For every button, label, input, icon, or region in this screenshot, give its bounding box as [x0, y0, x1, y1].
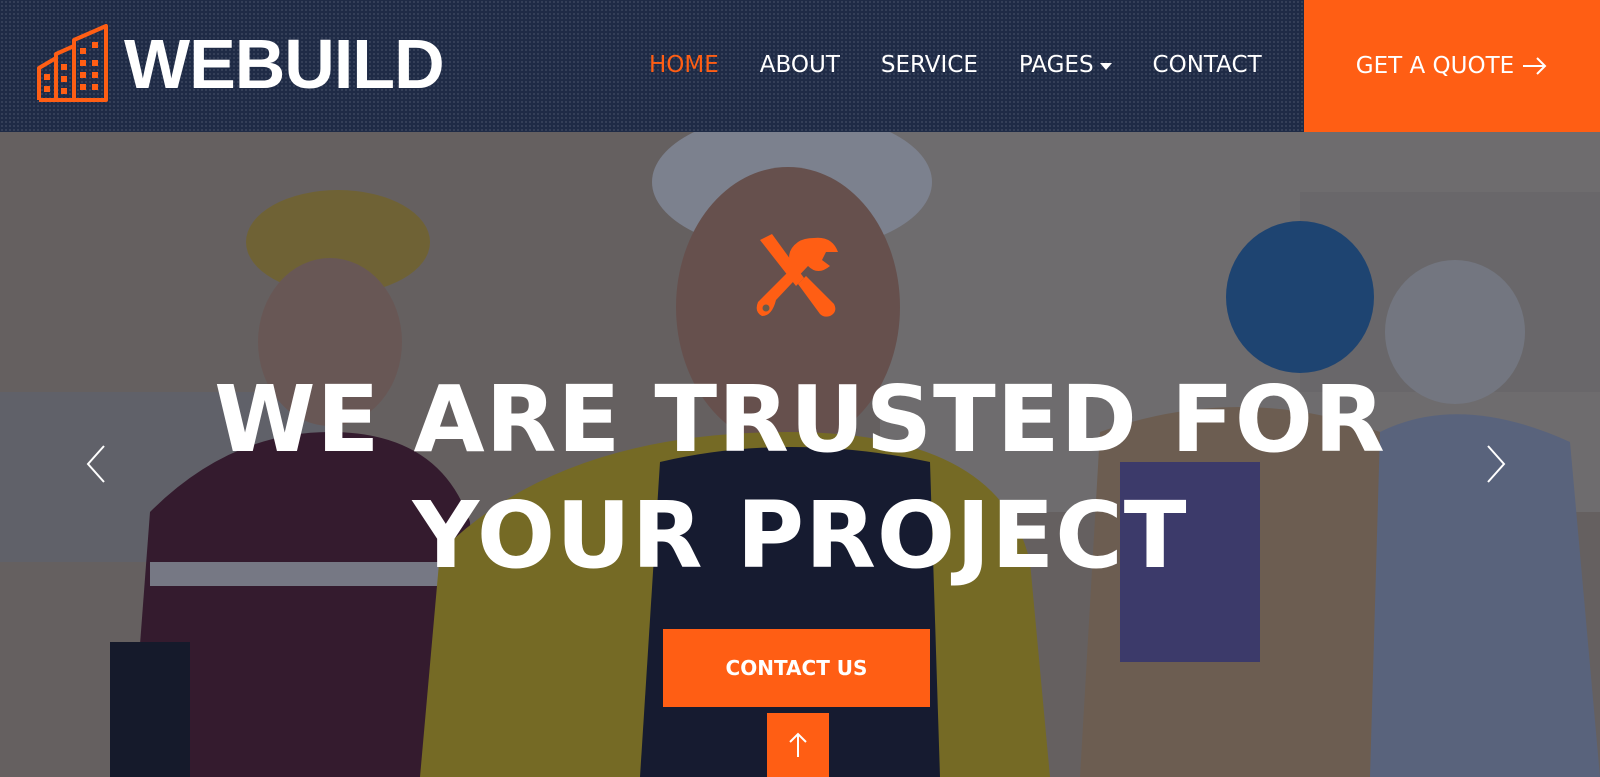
navbar: WEBUILD HOME ABOUT SERVICE PAGES CONTACT… — [0, 0, 1600, 132]
nav-item-home[interactable]: HOME — [649, 52, 719, 78]
carousel-prev-button[interactable] — [78, 442, 114, 486]
building-icon — [37, 24, 108, 102]
main-nav: HOME ABOUT SERVICE PAGES CONTACT — [649, 52, 1303, 78]
tools-icon — [756, 234, 838, 317]
brand[interactable]: WEBUILD — [36, 24, 445, 104]
chevron-left-icon — [86, 445, 105, 483]
nav-item-contact[interactable]: CONTACT — [1153, 52, 1262, 78]
nav-item-about[interactable]: ABOUT — [760, 52, 840, 78]
get-a-quote-button[interactable]: GET A QUOTE — [1304, 0, 1600, 132]
nav-item-pages[interactable]: PAGES — [1019, 52, 1112, 78]
hero-title-line-1: WE ARE TRUSTED FOR — [214, 366, 1386, 473]
get-a-quote-label: GET A QUOTE — [1355, 53, 1515, 79]
hero-title: WE ARE TRUSTED FOR YOUR PROJECT — [200, 362, 1400, 594]
hero-carousel: WE ARE TRUSTED FOR YOUR PROJECT CONTACT … — [0, 132, 1600, 777]
caret-down-icon — [1099, 62, 1112, 70]
scroll-to-top-button[interactable] — [767, 713, 829, 777]
carousel-next-button[interactable] — [1478, 442, 1514, 486]
arrow-up-icon — [789, 732, 807, 757]
hero-title-line-2: YOUR PROJECT — [412, 482, 1188, 589]
contact-us-button[interactable]: CONTACT US — [663, 629, 930, 707]
nav-item-pages-label: PAGES — [1018, 52, 1094, 78]
brand-name: WEBUILD — [124, 25, 445, 103]
arrow-right-icon — [1522, 56, 1548, 76]
chevron-right-icon — [1487, 445, 1506, 483]
nav-item-service[interactable]: SERVICE — [881, 52, 978, 78]
